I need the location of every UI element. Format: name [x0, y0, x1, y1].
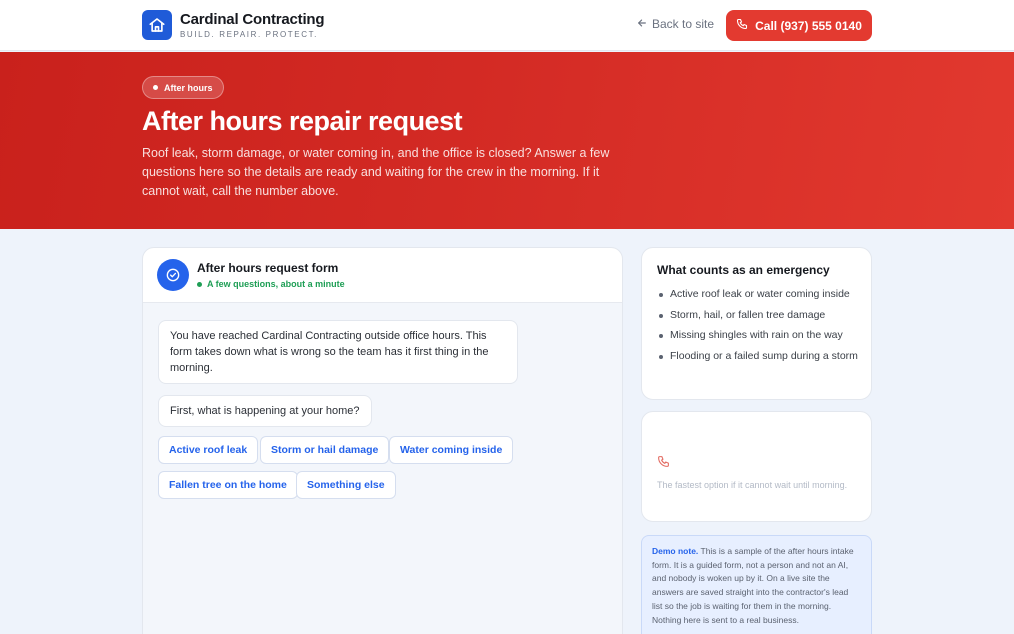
emergency-list: Active roof leak or water coming inside …: [657, 286, 862, 368]
option-fallen-tree[interactable]: Fallen tree on the home: [158, 471, 298, 499]
brand-name: Cardinal Contracting: [180, 10, 325, 28]
emergency-title: What counts as an emergency: [657, 263, 830, 277]
badge-dot-icon: [153, 85, 158, 90]
emergency-card: What counts as an emergency Active roof …: [641, 247, 872, 400]
brand-text: Cardinal Contracting BUILD. REPAIR. PROT…: [180, 10, 325, 40]
page-title: After hours repair request: [142, 106, 463, 136]
badge-label: After hours: [164, 82, 213, 93]
option-water-coming-inside[interactable]: Water coming inside: [389, 436, 514, 464]
after-hours-badge: After hours: [142, 76, 224, 99]
phone-icon: [657, 455, 670, 473]
list-item: Missing shingles with rain on the way: [657, 327, 862, 343]
phone-icon: [736, 18, 748, 33]
brand-tagline: BUILD. REPAIR. PROTECT.: [180, 29, 319, 39]
call-button[interactable]: Call (937) 555 0140: [726, 10, 872, 41]
intro-message: You have reached Cardinal Contracting ou…: [158, 320, 518, 384]
form-status: A few questions, about a minute: [197, 279, 345, 289]
option-storm-hail-damage[interactable]: Storm or hail damage: [260, 436, 390, 464]
form-conversation: You have reached Cardinal Contracting ou…: [143, 303, 622, 634]
house-icon: [142, 10, 172, 40]
brand[interactable]: Cardinal Contracting BUILD. REPAIR. PROT…: [142, 10, 325, 40]
back-to-site-link[interactable]: Back to site: [637, 17, 714, 31]
call-button-label: Call (937) 555 0140: [755, 18, 862, 33]
question-message: First, what is happening at your home?: [158, 395, 372, 427]
list-item: Storm, hail, or fallen tree damage: [657, 307, 862, 323]
option-active-roof-leak[interactable]: Active roof leak: [158, 436, 259, 464]
check-circle-icon: [157, 259, 189, 291]
arrow-left-icon: [637, 17, 647, 31]
demo-note-label: Demo note.: [652, 546, 699, 556]
call-card-text: The fastest option if it cannot wait unt…: [657, 480, 848, 490]
back-link-label: Back to site: [652, 17, 715, 31]
list-item: Active roof leak or water coming inside: [657, 286, 862, 302]
option-something-else[interactable]: Something else: [296, 471, 396, 499]
form-status-label: A few questions, about a minute: [207, 279, 345, 289]
demo-note-text: This is a sample of the after hours inta…: [652, 546, 854, 625]
form-title: After hours request form: [197, 261, 339, 275]
demo-note: Demo note. This is a sample of the after…: [641, 535, 872, 634]
list-item: Flooding or a failed sump during a storm: [657, 348, 862, 364]
hero-banner: After hours After hours repair request R…: [0, 52, 1014, 229]
page-subtitle: Roof leak, storm damage, or water coming…: [142, 146, 610, 198]
request-form-card: After hours request form A few questions…: [142, 247, 623, 634]
status-dot-icon: [197, 281, 202, 287]
call-card[interactable]: The fastest option if it cannot wait unt…: [641, 411, 872, 522]
form-header: After hours request form A few questions…: [143, 248, 622, 303]
top-bar: Cardinal Contracting BUILD. REPAIR. PROT…: [0, 0, 1014, 51]
